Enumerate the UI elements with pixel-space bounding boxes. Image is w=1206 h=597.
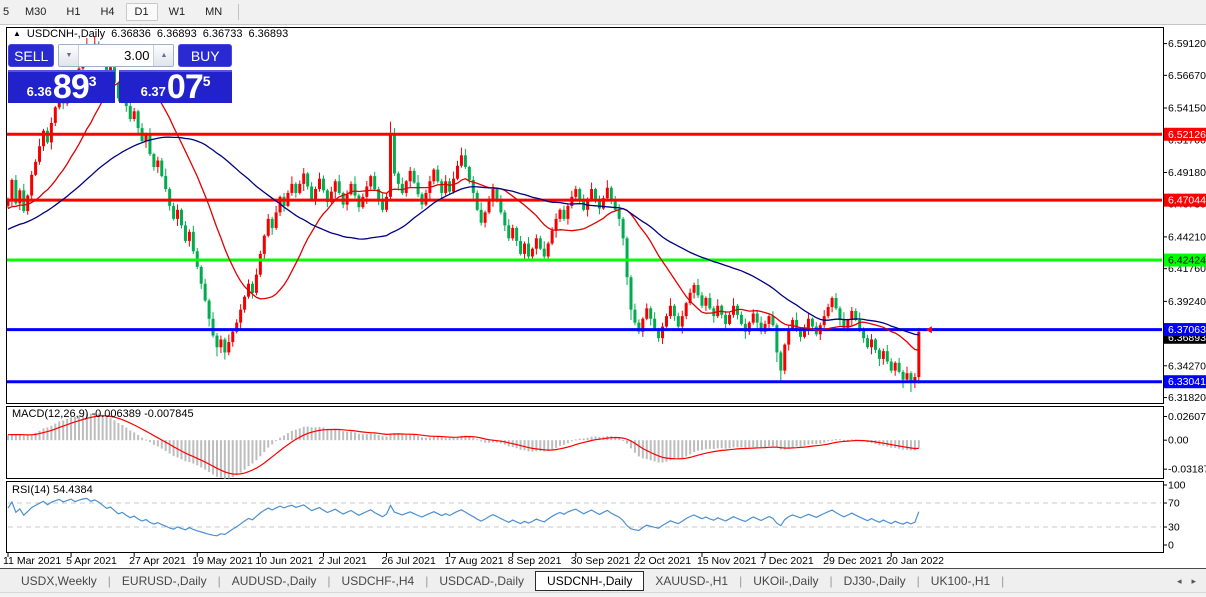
date-label: 2 Jul 2021 [318, 555, 367, 567]
level-price-badge: 6.47044 [1164, 193, 1206, 207]
chart-tab-usdchf-h4[interactable]: USDCHF-,H4 [331, 571, 426, 591]
buy-price-prefix: 6.37 [140, 84, 166, 99]
svg-text:6.52126: 6.52126 [1168, 129, 1206, 141]
level-price-badge: 6.52126 [1164, 127, 1206, 141]
status-strip [0, 592, 1206, 597]
date-label: 26 Jul 2021 [382, 555, 436, 567]
sell-price-pip: 3 [88, 73, 97, 89]
tab-divider: | [1001, 574, 1005, 588]
level-price-badge: 6.33041 [1164, 375, 1206, 389]
svg-text:6.44210: 6.44210 [1168, 231, 1206, 243]
scroll-right-icon[interactable]: ▸ [1191, 576, 1196, 587]
svg-text:0.02607: 0.02607 [1168, 411, 1206, 423]
date-label: 5 Apr 2021 [66, 555, 117, 567]
date-label: 22 Oct 2021 [634, 555, 691, 567]
chart-tab-usdx-weekly[interactable]: USDX,Weekly [10, 571, 108, 591]
date-label: 8 Sep 2021 [508, 555, 562, 567]
chart-tab-audusd-daily[interactable]: AUDUSD-,Daily [221, 571, 328, 591]
timeframe-button-m30[interactable]: M30 [16, 3, 55, 21]
svg-text:6.42424: 6.42424 [1168, 255, 1206, 267]
chart-tab-dj30-daily[interactable]: DJ30-,Daily [833, 571, 917, 591]
svg-text:6.39240: 6.39240 [1168, 296, 1206, 308]
timeframe-button-d1[interactable]: D1 [125, 3, 158, 21]
macd-axis: 0.02607 0.00 -0.03187 [1163, 411, 1206, 476]
level-price-badge: 6.42424 [1164, 253, 1206, 267]
volume-increase-icon[interactable]: ▲ [153, 45, 174, 66]
collapse-triangle-icon[interactable]: ▲ [13, 30, 21, 38]
price-axis: 6.591206.566706.541506.517006.491806.467… [1163, 38, 1206, 404]
chart-tab-bar: USDX,Weekly | EURUSD-,Daily | AUDUSD-,Daily |… [0, 568, 1206, 593]
date-label: 27 Apr 2021 [129, 555, 186, 567]
date-label: 15 Nov 2021 [697, 555, 757, 567]
svg-text:6.49180: 6.49180 [1168, 167, 1206, 179]
date-label: 29 Dec 2021 [823, 555, 883, 567]
ohlc-open: 6.36836 [111, 28, 151, 40]
buy-price-big: 07 [166, 68, 204, 107]
scroll-left-icon[interactable]: ◂ [1177, 576, 1182, 587]
volume-input[interactable] [79, 45, 154, 66]
sell-price-big: 89 [52, 68, 90, 107]
date-label: 20 Jan 2022 [886, 555, 944, 567]
svg-text:100: 100 [1168, 480, 1186, 492]
rsi-axis: 100 70 30 0 [1163, 480, 1186, 552]
date-label: 11 Mar 2021 [3, 555, 61, 567]
buy-price-panel[interactable]: 6.37 07 5 [119, 68, 232, 107]
svg-text:6.31820: 6.31820 [1168, 392, 1206, 404]
timeframe-toolbar: 5 M30 H1 H4 D1 W1 MN [0, 0, 1206, 25]
macd-panel-title: MACD(12,26,9) -0.006389 -0.007845 [12, 408, 194, 420]
chart-tab-usdcad-daily[interactable]: USDCAD-,Daily [428, 571, 535, 591]
svg-text:6.54150: 6.54150 [1168, 103, 1206, 115]
sell-price-prefix: 6.36 [26, 84, 52, 99]
date-label: 17 Aug 2021 [445, 555, 504, 567]
one-click-trade-widget: SELL ▼ ▲ BUY 6.36 89 3 6.37 07 5 [8, 44, 232, 107]
chart-tab-eurusd-daily[interactable]: EURUSD-,Daily [111, 571, 218, 591]
chart-symbol-header: ▲ USDCNH-,Daily 6.36836 6.36893 6.36733 … [13, 28, 288, 40]
svg-text:0: 0 [1168, 540, 1174, 552]
date-axis: 11 Mar 2021 5 Apr 2021 27 Apr 2021 19 May 2… [3, 553, 944, 567]
ohlc-low: 6.36733 [202, 28, 243, 40]
panel-frame [6, 481, 1164, 553]
chart-tab-uk100-h1[interactable]: UK100-,H1 [920, 571, 1001, 591]
rsi-panel-title: RSI(14) 54.4384 [12, 484, 93, 496]
timeframe-button-5[interactable]: 5 [1, 3, 14, 21]
chart-tab-xauusd-h1[interactable]: XAUUSD-,H1 [644, 571, 739, 591]
ohlc-close: 6.36893 [248, 28, 289, 40]
level-price-badge: 6.37063 [1164, 323, 1206, 337]
trading-platform-window: 5M30H1H4D1W1MN 6.591206.566706.541506.51… [0, 0, 1206, 597]
date-label: 30 Sep 2021 [571, 555, 631, 567]
timeframe-button-h4[interactable]: H4 [91, 3, 123, 21]
svg-text:6.34270: 6.34270 [1168, 360, 1206, 372]
svg-text:-0.03187: -0.03187 [1168, 464, 1206, 476]
svg-text:70: 70 [1168, 498, 1180, 510]
svg-text:6.47044: 6.47044 [1168, 195, 1206, 207]
volume-decrease-icon[interactable]: ▼ [59, 45, 80, 66]
svg-text:6.56670: 6.56670 [1168, 70, 1206, 82]
ohlc-high: 6.36893 [156, 28, 197, 40]
svg-text:6.59120: 6.59120 [1168, 38, 1206, 50]
date-label: 7 Dec 2021 [760, 555, 814, 567]
chart-tab-ukoil-daily[interactable]: UKOil-,Daily [742, 571, 829, 591]
svg-text:30: 30 [1168, 522, 1180, 534]
svg-text:6.37063: 6.37063 [1168, 324, 1206, 336]
sell-price-panel[interactable]: 6.36 89 3 [8, 68, 116, 107]
symbol-name: USDCNH-,Daily [26, 28, 106, 40]
buy-button[interactable]: BUY [178, 44, 232, 67]
chart-tab-usdcnh-daily[interactable]: USDCNH-,Daily [535, 571, 645, 591]
date-label: 10 Jun 2021 [255, 555, 313, 567]
timeframe-button-h1[interactable]: H1 [57, 3, 89, 21]
volume-stepper: ▼ ▲ [58, 44, 175, 67]
date-label: 19 May 2021 [192, 555, 253, 567]
toolbar-separator [238, 4, 240, 20]
timeframe-button-mn[interactable]: MN [196, 3, 231, 21]
buy-price-pip: 5 [202, 73, 211, 89]
svg-text:6.33041: 6.33041 [1168, 376, 1206, 388]
timeframe-button-w1[interactable]: W1 [160, 3, 195, 21]
sell-button[interactable]: SELL [8, 44, 55, 67]
svg-text:0.00: 0.00 [1168, 435, 1189, 447]
